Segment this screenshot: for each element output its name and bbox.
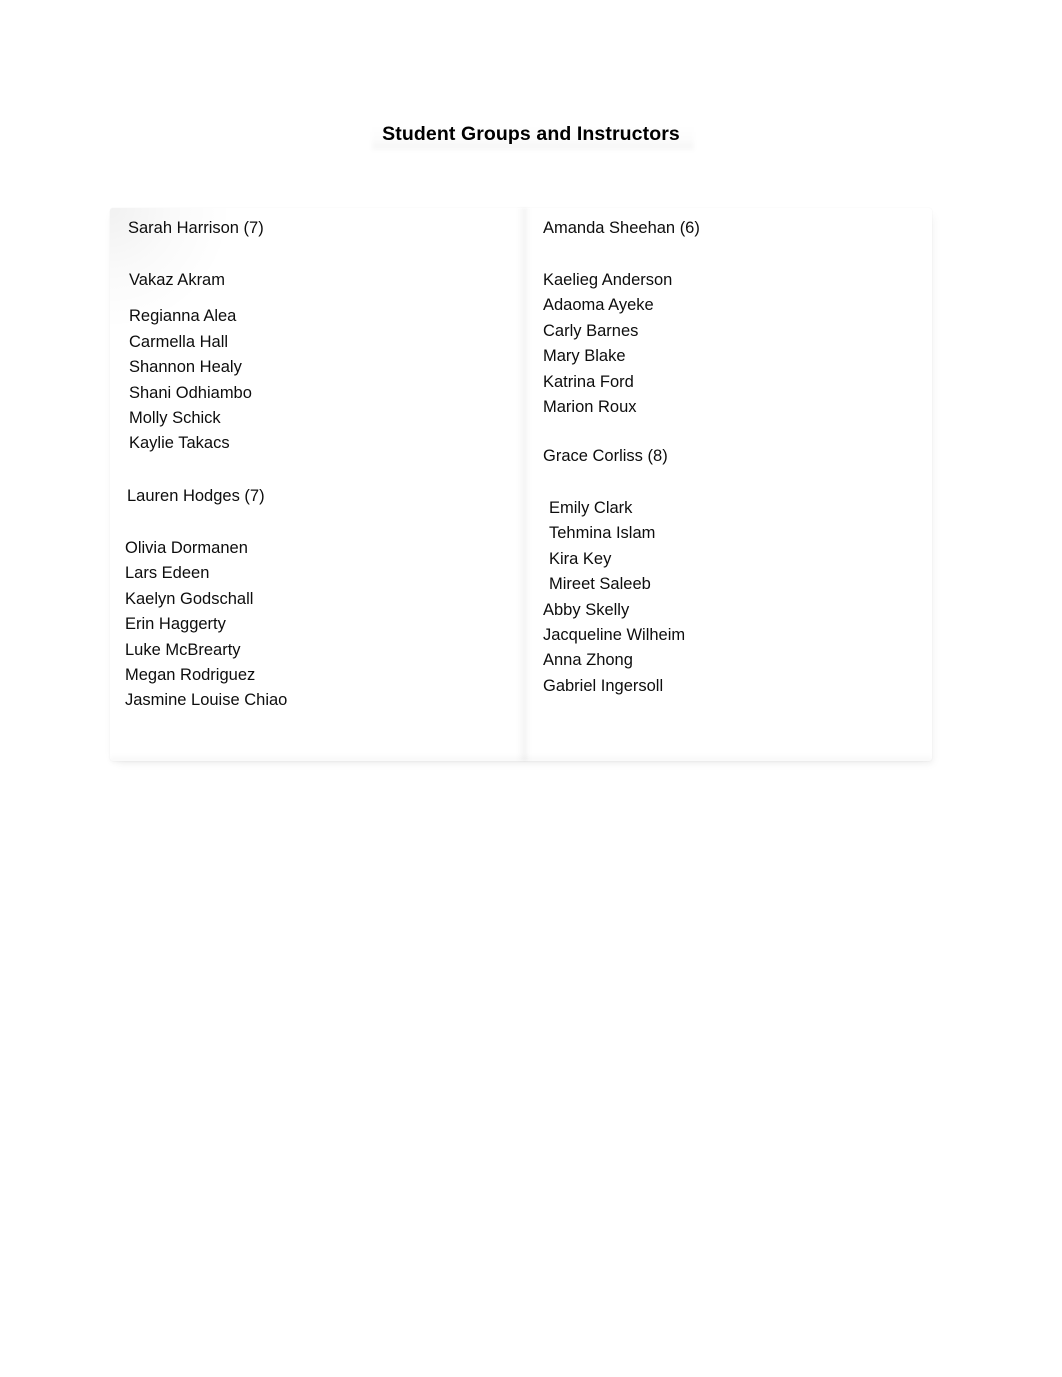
list-item: Tehmina Islam: [549, 524, 656, 543]
list-item: Shannon Healy: [129, 358, 242, 377]
document-page: Student Groups and Instructors Sarah Har…: [0, 0, 1062, 1377]
left-column: Sarah Harrison (7) Vakaz Akram Regianna …: [110, 208, 516, 761]
list-item: Lars Edeen: [125, 564, 210, 583]
instructor-group-header: Sarah Harrison (7): [128, 219, 264, 237]
student-list: Emily Clark Tehmina Islam Kira Key Miree…: [543, 496, 685, 699]
list-item: Kaylie Takacs: [129, 434, 230, 453]
instructor-group-header: Grace Corliss (8): [543, 445, 685, 467]
instructor-group-sarah-harrison: Sarah Harrison (7) Vakaz Akram Regianna …: [128, 217, 264, 457]
instructor-group-lauren-hodges: Lauren Hodges (7) Olivia Dormanen Lars E…: [125, 485, 287, 714]
list-item: Shani Odhiambo: [129, 383, 252, 402]
student-list: Vakaz Akram Regianna Alea Carmella Hall …: [129, 268, 264, 457]
list-item: Jasmine Louise Chiao: [125, 691, 288, 710]
list-item: Kaelieg Anderson: [543, 271, 673, 289]
list-item: Vakaz Akram: [129, 271, 225, 289]
list-item: Kira Key: [549, 549, 612, 568]
list-item: Carly Barnes: [543, 321, 639, 340]
student-list: Olivia Dormanen Lars Edeen Kaelyn Godsch…: [125, 536, 287, 714]
list-item: Emily Clark: [549, 499, 633, 517]
list-item: Regianna Alea: [129, 307, 237, 326]
right-column: Amanda Sheehan (6) Kaelieg Anderson Adao…: [532, 208, 932, 761]
list-item: Jacqueline Wilheim: [543, 626, 686, 645]
list-item: Molly Schick: [129, 409, 221, 428]
list-item: Marion Roux: [543, 398, 637, 417]
list-item: Mireet Saleeb: [549, 575, 651, 594]
instructor-group-amanda-sheehan: Amanda Sheehan (6) Kaelieg Anderson Adao…: [543, 217, 700, 420]
list-item: Anna Zhong: [543, 651, 633, 670]
student-list: Kaelieg Anderson Adaoma Ayeke Carly Barn…: [543, 268, 700, 420]
student-groups-panel: Sarah Harrison (7) Vakaz Akram Regianna …: [110, 208, 932, 765]
list-item: Gabriel Ingersoll: [543, 676, 664, 695]
list-item: Katrina Ford: [543, 372, 634, 391]
page-title: Student Groups and Instructors: [382, 123, 680, 145]
list-item: Carmella Hall: [129, 332, 229, 351]
instructor-group-header: Amanda Sheehan (6): [543, 219, 700, 237]
list-item: Olivia Dormanen: [125, 539, 248, 557]
list-item: Mary Blake: [543, 347, 626, 366]
list-item: Erin Haggerty: [125, 615, 226, 634]
instructor-group-grace-corliss: Grace Corliss (8) Emily Clark Tehmina Is…: [543, 445, 685, 699]
list-item: Kaelyn Godschall: [125, 589, 254, 608]
list-item: Adaoma Ayeke: [543, 296, 654, 315]
column-divider: [516, 208, 532, 761]
list-item: Luke McBrearty: [125, 640, 241, 659]
list-item: Megan Rodriguez: [125, 666, 256, 685]
list-item: Abby Skelly: [543, 600, 630, 619]
instructor-group-header: Lauren Hodges (7): [127, 485, 287, 507]
